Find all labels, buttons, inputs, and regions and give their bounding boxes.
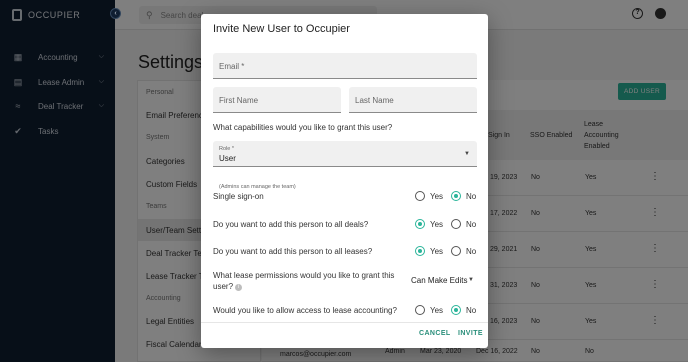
lease-accounting-yes-label[interactable]: Yes: [430, 306, 443, 315]
all-leases-no-radio[interactable]: [451, 246, 461, 256]
all-deals-question: Do you want to add this person to all de…: [213, 220, 369, 229]
sso-yes-label[interactable]: Yes: [430, 192, 443, 201]
lease-accounting-question: Would you like to allow access to lease …: [213, 306, 397, 315]
role-label: Role *: [219, 146, 234, 152]
sso-no-radio[interactable]: [451, 191, 461, 201]
sso-question: Single sign-on: [213, 192, 264, 201]
cancel-button[interactable]: CANCEL: [419, 330, 451, 337]
all-leases-yes-label[interactable]: Yes: [430, 247, 443, 256]
chevron-left-icon[interactable]: ‹: [110, 8, 121, 19]
invite-button[interactable]: INVITE: [458, 330, 483, 337]
role-helper-text: (Admins can manage the team): [219, 184, 296, 190]
all-deals-yes-radio[interactable]: [415, 219, 425, 229]
permissions-question-line1: What lease permissions would you like to…: [213, 271, 395, 280]
role-select[interactable]: Role * User ▼: [213, 141, 477, 167]
email-field[interactable]: Email *: [213, 53, 477, 79]
role-value: User: [219, 154, 236, 163]
sso-yes-radio[interactable]: [415, 191, 425, 201]
all-deals-no-label[interactable]: No: [466, 220, 476, 229]
first-name-label: First Name: [219, 96, 259, 105]
lease-permissions-select[interactable]: Can Make Edits: [411, 276, 467, 285]
lease-accounting-no-radio[interactable]: [451, 305, 461, 315]
lease-accounting-yes-radio[interactable]: [415, 305, 425, 315]
all-leases-question: Do you want to add this person to all le…: [213, 247, 373, 256]
dropdown-arrow-icon[interactable]: ▼: [468, 277, 474, 283]
dialog-divider: [201, 322, 488, 323]
dialog-title: Invite New User to Occupier: [213, 23, 350, 35]
first-name-field[interactable]: First Name: [213, 87, 341, 113]
last-name-label: Last Name: [355, 96, 394, 105]
info-icon[interactable]: i: [235, 284, 243, 291]
email-label: Email *: [219, 62, 245, 71]
all-deals-yes-label[interactable]: Yes: [430, 220, 443, 229]
permissions-question-line2: user? i: [213, 282, 243, 291]
permissions-question-text: user?: [213, 282, 234, 291]
all-leases-yes-radio[interactable]: [415, 246, 425, 256]
capabilities-question: What capabilities would you like to gran…: [213, 123, 393, 132]
lease-accounting-no-label[interactable]: No: [466, 306, 476, 315]
sso-no-label[interactable]: No: [466, 192, 476, 201]
last-name-field[interactable]: Last Name: [349, 87, 477, 113]
dropdown-arrow-icon: ▼: [464, 151, 470, 157]
invite-user-dialog: Invite New User to Occupier Email * Firs…: [201, 14, 488, 348]
all-leases-no-label[interactable]: No: [466, 247, 476, 256]
all-deals-no-radio[interactable]: [451, 219, 461, 229]
